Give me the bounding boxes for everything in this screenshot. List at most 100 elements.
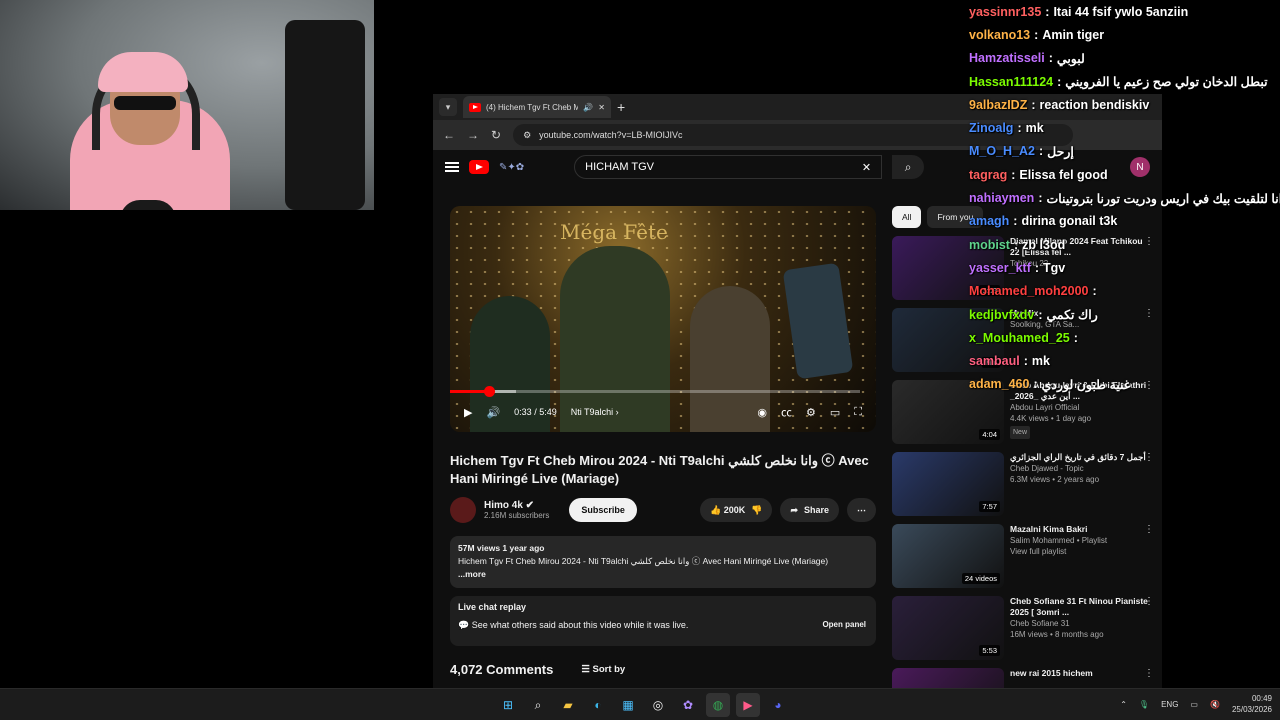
recommendation-meta: new rai 2015 hichem ⋮ xyxy=(1010,668,1154,688)
recommendation-title[interactable]: new rai 2015 hichem xyxy=(1010,668,1154,679)
share-button[interactable]: ➦ Share xyxy=(780,498,839,522)
recommendation-item[interactable]: 5:53 Cheb Sofiane 31 Ft Ninou Pianiste 20… xyxy=(892,596,1154,668)
thumbnail[interactable]: 5:53 xyxy=(892,596,1004,660)
chat-separator: : xyxy=(1057,74,1062,89)
chat-username[interactable]: Hamzatisseli xyxy=(969,51,1045,65)
recommendation-item[interactable]: 24 videos Mazalni Kima Bakri Salim Mohamme… xyxy=(892,524,1154,596)
start-icon[interactable]: ⊞ xyxy=(496,693,520,717)
browser-tab[interactable]: (4) Hichem Tgv Ft Cheb Mi... 🔊 ✕ xyxy=(463,96,611,118)
close-tab-icon[interactable]: ✕ xyxy=(598,103,605,112)
recommendation-title[interactable]: Cheb Sofiane 31 Ft Ninou Pianiste 2025 [… xyxy=(1010,596,1154,618)
more-options-icon[interactable]: ⋮ xyxy=(1144,668,1154,679)
chat-message: sambaul: mk xyxy=(969,349,1280,372)
chat-username[interactable]: yasser_ktf xyxy=(969,261,1031,275)
chat-message: kedjbvfxdv: راك تكمي xyxy=(969,303,1280,326)
reload-icon[interactable]: ↻ xyxy=(491,128,501,142)
subscribe-button[interactable]: Subscribe xyxy=(569,498,637,522)
menu-icon[interactable] xyxy=(445,162,459,172)
channel-name[interactable]: Himo 4k ✔ xyxy=(484,500,549,511)
edge-icon[interactable]: ◐ xyxy=(586,693,610,717)
chat-username[interactable]: nahiaymen xyxy=(969,191,1034,205)
microphone-icon[interactable]: 🎙 xyxy=(1139,700,1149,709)
chat-separator: : xyxy=(1013,214,1018,229)
speaker-icon[interactable]: 🔊 xyxy=(583,103,593,112)
app-icon[interactable]: ✿ xyxy=(676,693,700,717)
forward-icon[interactable]: → xyxy=(467,128,479,142)
more-link[interactable]: ...more xyxy=(458,568,868,581)
chevron-up-icon[interactable]: ⌃ xyxy=(1120,700,1127,709)
recommendation-item[interactable]: 7:57 أجمل 7 دقائق في تاريخ الراي الجزائري… xyxy=(892,452,1154,524)
search-input[interactable]: HICHAM TGV ✕ xyxy=(574,155,883,179)
more-options-icon[interactable]: ⋮ xyxy=(1144,524,1154,535)
language-indicator[interactable]: ENG xyxy=(1161,700,1178,709)
recommendation-title[interactable]: Mazalni Kima Bakri xyxy=(1010,524,1154,535)
chat-username[interactable]: Mohamed_moh2000 xyxy=(969,284,1088,298)
youtube-favicon-icon xyxy=(469,102,481,112)
thumbnail[interactable]: 24 videos xyxy=(892,524,1004,588)
doodle-icon[interactable]: ✎✦✿ xyxy=(499,162,524,173)
scrubber-handle[interactable] xyxy=(483,386,495,397)
dislike-button[interactable]: 👎 xyxy=(751,505,762,516)
sort-by-button[interactable]: ☰ Sort by xyxy=(581,664,625,675)
more-actions-icon[interactable]: ⋯ xyxy=(847,498,876,522)
thumbnail[interactable]: 7:57 xyxy=(892,452,1004,516)
thumbnail[interactable] xyxy=(892,668,1004,688)
channel-avatar[interactable] xyxy=(450,497,476,523)
discord-icon[interactable]: ◕ xyxy=(766,693,790,717)
progress-bar[interactable] xyxy=(450,386,860,397)
obs-icon[interactable]: ◎ xyxy=(646,693,670,717)
fullscreen-icon[interactable]: ⛶ xyxy=(854,406,862,419)
chapter-label[interactable]: Nti T9alchi › xyxy=(571,407,619,417)
play-icon[interactable]: ▶ xyxy=(464,406,472,419)
autoplay-toggle[interactable]: ◉ xyxy=(757,406,767,419)
more-options-icon[interactable]: ⋮ xyxy=(1144,596,1154,607)
captions-icon[interactable]: ㏄ xyxy=(781,404,792,420)
video-player[interactable]: Méga Fête xyxy=(450,206,876,432)
open-panel-button[interactable]: Open panel xyxy=(822,620,866,629)
chat-username[interactable]: sambaul xyxy=(969,354,1020,368)
recommendation-channel[interactable]: Salim Mohammed • Playlist xyxy=(1010,535,1154,546)
settings-icon[interactable]: ⚙ xyxy=(806,406,816,419)
recommendation-channel[interactable]: Cheb Sofiane 31 xyxy=(1010,618,1154,629)
like-button[interactable]: 👍 200K xyxy=(710,505,745,516)
chat-text: Itai 44 fsif ywlo 5anziin xyxy=(1053,4,1189,19)
network-icon[interactable]: ▭ xyxy=(1190,700,1198,709)
recommendation-channel[interactable]: Cheb Djawed - Topic xyxy=(1010,463,1154,474)
new-tab-icon[interactable]: + xyxy=(617,99,625,115)
volume-muted-icon[interactable]: 🔇 xyxy=(1210,700,1220,709)
chat-username[interactable]: yassinnr135 xyxy=(969,5,1041,19)
theater-icon[interactable]: ▭ xyxy=(830,406,840,419)
tab-search-icon[interactable]: ▾ xyxy=(439,98,457,116)
back-icon[interactable]: ← xyxy=(443,128,455,142)
chat-username[interactable]: amagh xyxy=(969,214,1009,228)
search-icon[interactable]: ⌕ xyxy=(892,155,925,179)
chat-username[interactable]: M_O_H_A2 xyxy=(969,144,1035,158)
search-icon[interactable]: ⌕ xyxy=(526,693,550,717)
chat-username[interactable]: 9albazIDZ xyxy=(969,98,1027,112)
chat-username[interactable]: kedjbvfxdv xyxy=(969,308,1034,322)
store-icon[interactable]: ▦ xyxy=(616,693,640,717)
youtube-logo[interactable] xyxy=(469,160,489,174)
chat-separator: : xyxy=(1034,260,1040,275)
more-options-icon[interactable]: ⋮ xyxy=(1144,452,1154,463)
chat-username[interactable]: volkano13 xyxy=(969,28,1030,42)
streamer xyxy=(70,30,240,210)
clear-search-icon[interactable]: ✕ xyxy=(862,161,871,174)
media-player-icon[interactable]: ▶ xyxy=(736,693,760,717)
clock[interactable]: 00:49 25/03/2026 xyxy=(1232,693,1272,715)
recommendation-item[interactable]: new rai 2015 hichem ⋮ xyxy=(892,668,1154,688)
chat-username[interactable]: mobist xyxy=(969,238,1010,252)
site-info-icon[interactable]: ⚙ xyxy=(523,130,531,141)
chat-username[interactable]: adam_460 xyxy=(969,377,1029,391)
recommendation-title[interactable]: أجمل 7 دقائق في تاريخ الراي الجزائري xyxy=(1010,452,1154,463)
chrome-icon[interactable]: ◍ xyxy=(706,693,730,717)
file-explorer-icon[interactable]: ▰ xyxy=(556,693,580,717)
chat-username[interactable]: tagrag xyxy=(969,168,1007,182)
chat-username[interactable]: x_Mouhamed_25 xyxy=(969,331,1070,345)
chat-message: yassinnr135: Itai 44 fsif ywlo 5anziin xyxy=(969,0,1280,23)
description-box[interactable]: 57M views 1 year ago Hichem Tgv Ft Cheb … xyxy=(450,536,876,588)
volume-icon[interactable]: 🔊 xyxy=(486,406,500,419)
chat-username[interactable]: Zinoalg xyxy=(969,121,1013,135)
chat-username[interactable]: Hassan111124 xyxy=(969,75,1053,89)
chip-all[interactable]: All xyxy=(892,206,922,228)
